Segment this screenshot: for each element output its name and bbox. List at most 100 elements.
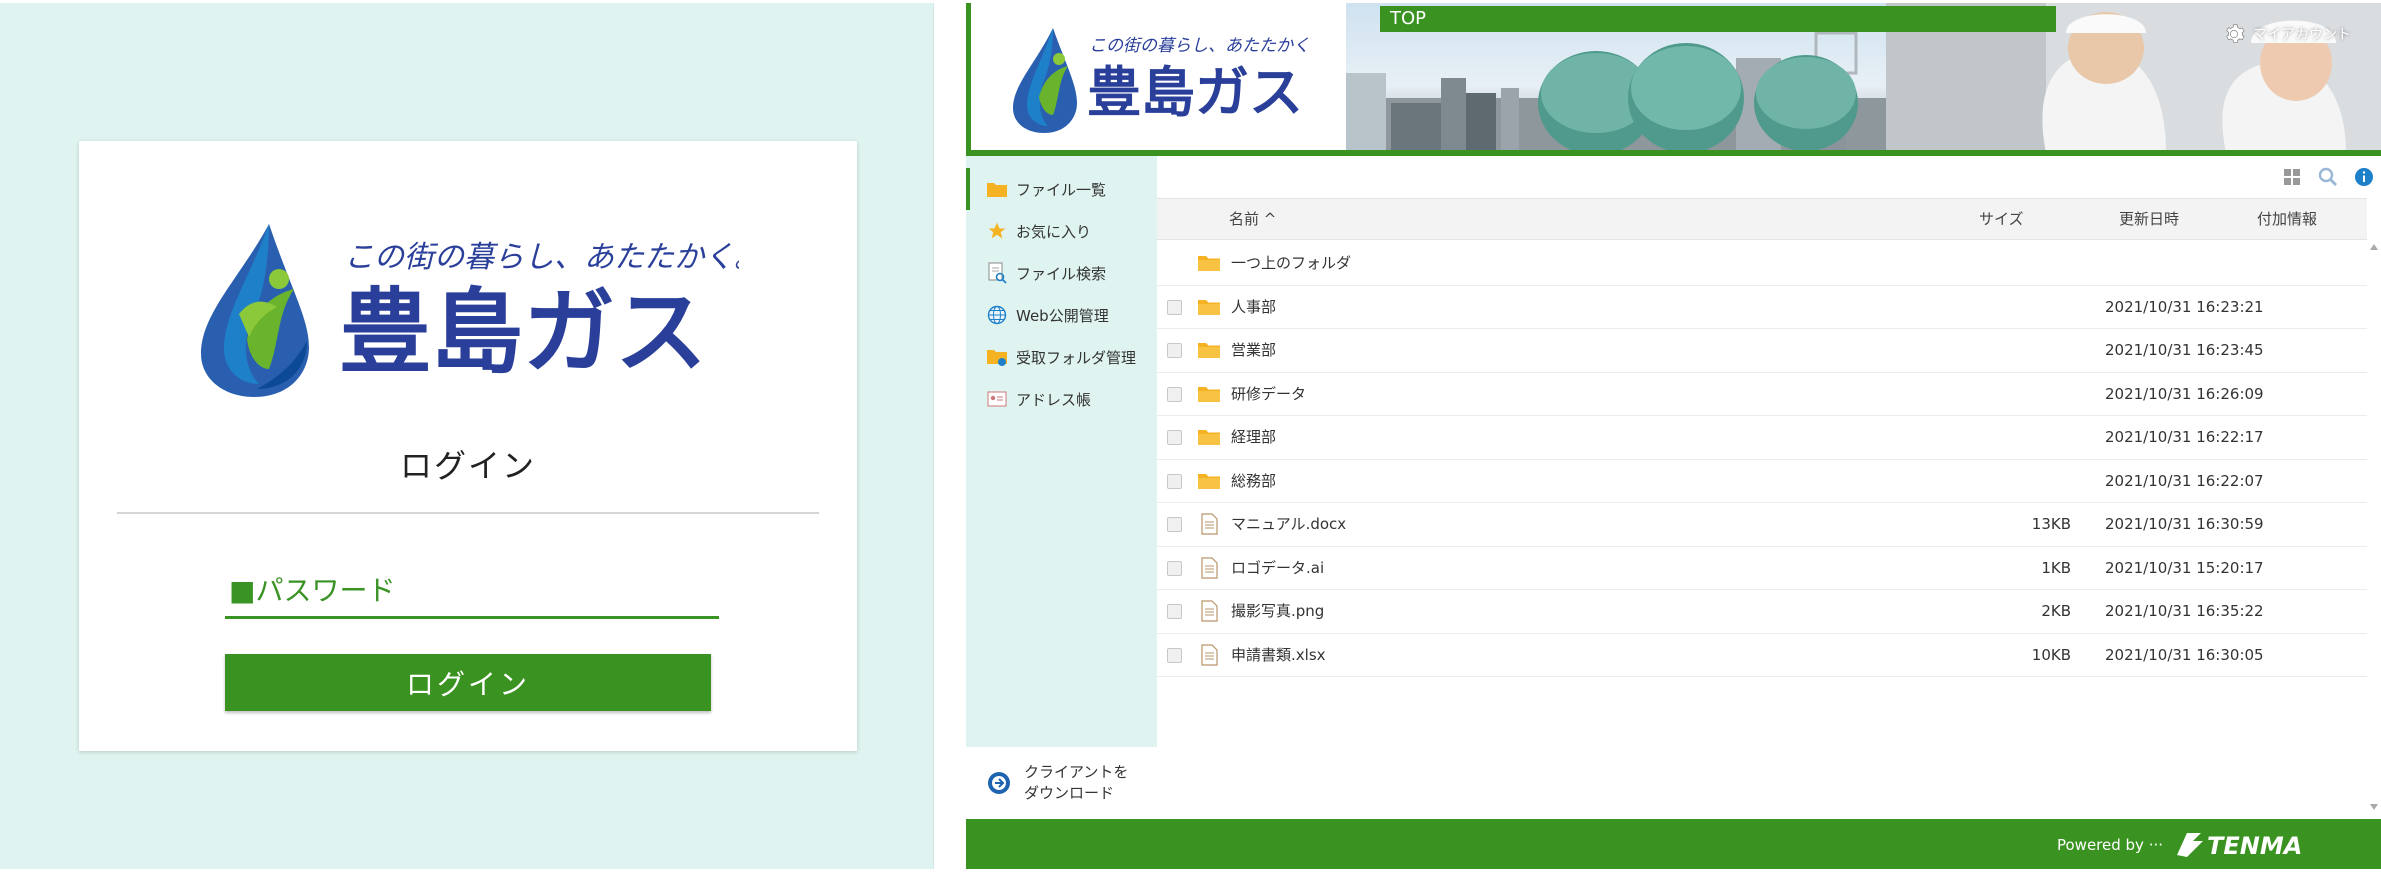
file-date: 2021/10/31 16:23:45	[2105, 341, 2264, 359]
table-row[interactable]: 経理部 2021/10/31 16:22:17	[1157, 416, 2367, 460]
password-input[interactable]	[225, 565, 719, 619]
company-logo: この街の暮らし、あたたかく。 豊島ガス	[201, 224, 739, 397]
file-search-icon	[986, 262, 1008, 284]
row-checkbox[interactable]	[1167, 386, 1182, 402]
table-row[interactable]: 一つ上のフォルダ	[1157, 242, 2367, 286]
file-size: 10KB	[2031, 645, 2071, 664]
sidebar-item-label: Web公開管理	[1016, 306, 1109, 325]
file-date: 2021/10/31 16:30:59	[2105, 515, 2264, 533]
row-checkbox[interactable]	[1167, 299, 1182, 315]
file-name: 撮影写真.png	[1231, 602, 1325, 620]
column-extra-info[interactable]: 付加情報	[2257, 199, 2317, 239]
table-row[interactable]: マニュアル.docx 13KB 2021/10/31 16:30:59	[1157, 503, 2367, 547]
sidebar-item-label: お気に入り	[1016, 222, 1092, 241]
sidebar-item-favorites[interactable]: お気に入り	[966, 210, 1157, 252]
client-download-label: クライアントを ダウンロード	[1024, 763, 1129, 802]
table-row[interactable]: ロゴデータ.ai 1KB 2021/10/31 15:20:17	[1157, 547, 2367, 590]
sidebar-item-file-search[interactable]: ファイル検索	[966, 252, 1157, 294]
file-icon	[1201, 556, 1218, 579]
sidebar-item-label: 受取フォルダ管理	[1016, 348, 1137, 367]
row-checkbox[interactable]	[1167, 604, 1182, 619]
header-logo-area: この街の暮らし、あたたかく。 豊島ガス	[966, 3, 1346, 153]
folder-icon	[1198, 430, 1220, 445]
login-button[interactable]: ログイン	[225, 654, 711, 711]
row-checkbox[interactable]	[1167, 343, 1182, 358]
scrollbar[interactable]	[2369, 242, 2379, 812]
tenma-logo[interactable]: TENMA	[2173, 829, 2353, 861]
row-checkbox[interactable]	[1167, 560, 1182, 576]
sidebar-item-label: ファイル一覧	[1016, 180, 1107, 199]
file-icon	[1201, 513, 1218, 535]
file-size: 13KB	[2031, 515, 2071, 533]
file-icon	[1201, 643, 1218, 666]
login-panel: この街の暮らし、あたたかく。 豊島ガス ログイン ログイン	[0, 3, 934, 869]
file-manager-app: この街の暮らし、あたたかく。 豊島ガス TOP マイアカウント ファイル一覧 お…	[966, 3, 2381, 869]
toolbar	[2281, 166, 2375, 188]
folder-icon	[1198, 299, 1220, 315]
powered-by-label: Powered by ···	[2056, 836, 2163, 854]
column-name-sort[interactable]: 名前 ^	[1229, 199, 1276, 239]
file-date: 2021/10/31 16:35:22	[2105, 602, 2264, 620]
top-link[interactable]: TOP	[1380, 6, 2056, 32]
file-name: 総務部	[1231, 471, 1277, 490]
sidebar-item-inbox-folder[interactable]: 受取フォルダ管理	[966, 336, 1157, 378]
grid-view-icon[interactable]	[2281, 166, 2303, 188]
footer: Powered by ··· TENMA	[966, 819, 2381, 869]
file-name: ロゴデータ.ai	[1231, 558, 1325, 577]
table-row[interactable]: 撮影写真.png 2KB 2021/10/31 16:35:22	[1157, 590, 2367, 634]
file-date: 2021/10/31 15:20:17	[2105, 558, 2264, 577]
file-icon	[1201, 600, 1218, 622]
company-logo[interactable]: この街の暮らし、あたたかく。 豊島ガス	[1011, 23, 1311, 133]
table-row[interactable]: 研修データ 2021/10/31 16:26:09	[1157, 373, 2367, 416]
column-date[interactable]: 更新日時	[2119, 199, 2179, 239]
sidebar-item-label: アドレス帳	[1016, 390, 1092, 409]
file-rows: 一つ上のフォルダ人事部 2021/10/31 16:23:21 営業部 2021/10…	[1157, 242, 2367, 677]
column-size[interactable]: サイズ	[1979, 199, 2024, 239]
logo-name: 豊島ガス	[1087, 61, 1303, 124]
file-date: 2021/10/31 16:22:17	[2105, 428, 2264, 446]
file-name: 研修データ	[1231, 384, 1307, 403]
file-list-panel: 名前 ^ サイズ 更新日時 付加情報 一つ上のフォルダ 人事部 2021/10/31…	[1157, 156, 2381, 819]
file-name: 人事部	[1231, 297, 1277, 316]
powered-by: Powered by ··· TENMA	[2057, 829, 2353, 861]
header-banner: TOP マイアカウント	[1346, 3, 2381, 153]
gear-icon	[2226, 24, 2245, 43]
sidebar-item-address-book[interactable]: アドレス帳	[966, 378, 1157, 420]
login-title: ログイン	[399, 447, 536, 485]
file-name: 営業部	[1231, 341, 1277, 359]
sidebar-item-web-publish[interactable]: Web公開管理	[966, 294, 1157, 336]
file-size: 2KB	[2041, 602, 2071, 620]
file-date: 2021/10/31 16:30:05	[2105, 645, 2264, 664]
row-checkbox[interactable]	[1167, 517, 1182, 532]
folder-icon	[1198, 473, 1220, 489]
row-checkbox[interactable]	[1167, 430, 1182, 445]
sidebar-item-file-list[interactable]: ファイル一覧	[966, 168, 1157, 210]
table-row[interactable]: 申請書類.xlsx 10KB 2021/10/31 16:30:05	[1157, 634, 2367, 677]
file-name: 一つ上のフォルダ	[1231, 254, 1352, 272]
file-date: 2021/10/31 16:22:07	[2105, 471, 2264, 490]
file-date: 2021/10/31 16:26:09	[2105, 384, 2264, 403]
star-icon	[986, 220, 1008, 242]
table-row[interactable]: 人事部 2021/10/31 16:23:21	[1157, 286, 2367, 329]
folder-icon	[1198, 256, 1220, 271]
file-name: マニュアル.docx	[1231, 515, 1347, 533]
search-icon[interactable]	[2317, 166, 2339, 188]
tenma-brand: TENMA	[2207, 832, 2302, 860]
file-size: 1KB	[2041, 558, 2071, 577]
info-icon[interactable]	[2353, 166, 2375, 188]
header: この街の暮らし、あたたかく。 豊島ガス TOP マイアカウント	[966, 3, 2381, 156]
inbox-folder-icon	[986, 346, 1008, 368]
folder-icon	[1198, 386, 1220, 402]
address-book-icon	[986, 388, 1008, 410]
globe-icon	[986, 304, 1008, 326]
row-checkbox[interactable]	[1167, 473, 1182, 489]
my-account-menu[interactable]: マイアカウント	[2223, 19, 2351, 49]
file-name: 申請書類.xlsx	[1231, 645, 1326, 664]
download-globe-icon	[988, 772, 1010, 794]
row-checkbox[interactable]	[1167, 647, 1182, 663]
table-row[interactable]: 総務部 2021/10/31 16:22:07	[1157, 460, 2367, 503]
logo-name: 豊島ガス	[339, 279, 707, 386]
client-download-link[interactable]: クライアントを ダウンロード	[966, 747, 1157, 819]
table-row[interactable]: 営業部 2021/10/31 16:23:45	[1157, 329, 2367, 373]
logo-tagline: この街の暮らし、あたたかく。	[1089, 36, 1311, 56]
